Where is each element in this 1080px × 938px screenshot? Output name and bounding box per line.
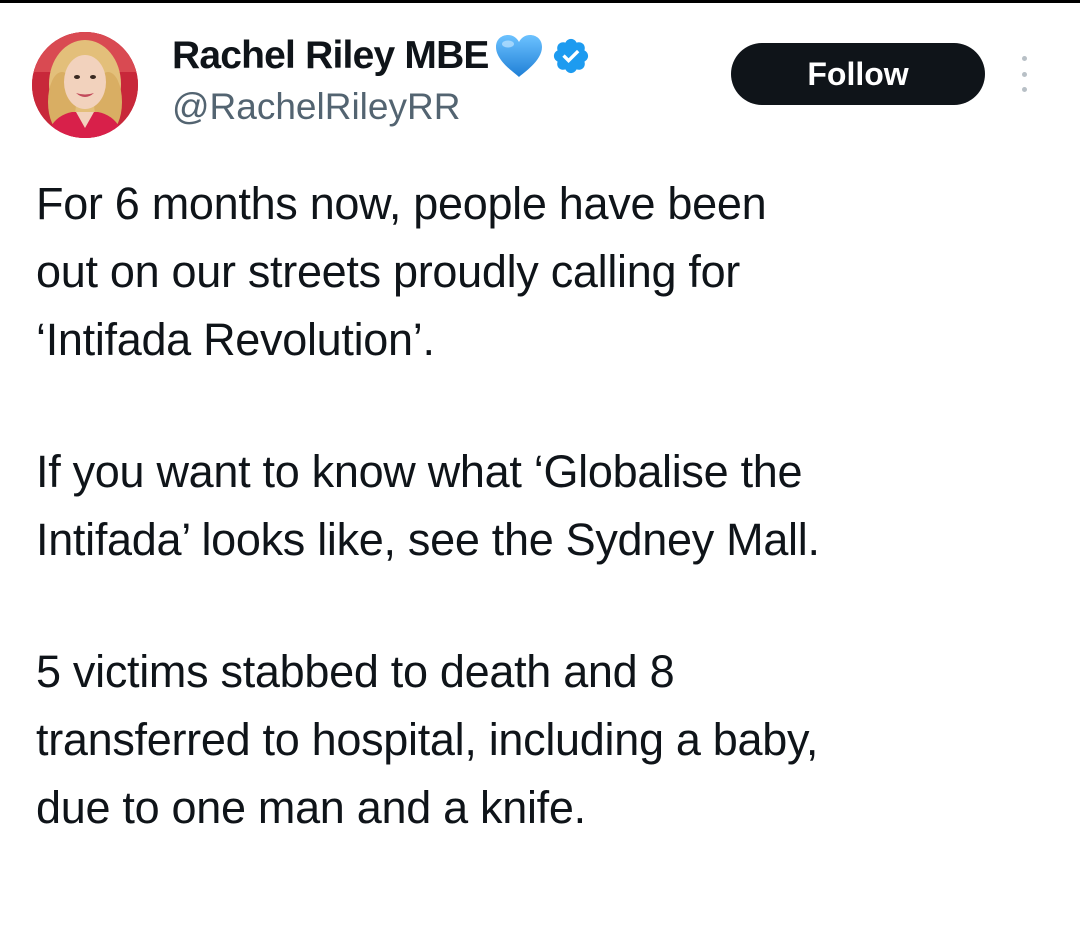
tweet-line: transferred to hospital, including a bab… bbox=[36, 714, 819, 765]
dot bbox=[1021, 87, 1027, 92]
avatar-image bbox=[32, 32, 138, 138]
tweet-line: ‘Intifada Revolution’. bbox=[36, 314, 435, 365]
dot bbox=[1021, 71, 1027, 77]
display-name[interactable]: Rachel Riley MBE bbox=[172, 34, 489, 78]
avatar[interactable] bbox=[32, 32, 138, 138]
tweet-line: 5 victims stabbed to death and 8 bbox=[36, 646, 675, 697]
user-handle[interactable]: @RachelRileyRR bbox=[172, 86, 692, 128]
tweet-line: due to one man and a knife. bbox=[36, 782, 586, 833]
follow-button[interactable]: Follow bbox=[731, 43, 985, 105]
more-options-icon[interactable] bbox=[1014, 56, 1034, 92]
tweet-line: out on our streets proudly calling for bbox=[36, 246, 740, 297]
tweet-header: Rachel Riley MBE @RachelRileyRR Follow bbox=[0, 0, 1080, 160]
tweet-line: Intifada’ looks like, see the Sydney Mal… bbox=[36, 514, 820, 565]
tweet-line: For 6 months now, people have been bbox=[36, 178, 767, 229]
verified-badge-icon[interactable] bbox=[551, 36, 591, 76]
tweet-text: For 6 months now, people have been out o… bbox=[36, 170, 1056, 842]
tweet-line: If you want to know what ‘Globalise the bbox=[36, 446, 803, 497]
dot bbox=[1021, 56, 1027, 61]
blue-heart-icon bbox=[493, 33, 545, 79]
name-row: Rachel Riley MBE bbox=[172, 28, 692, 84]
user-info: Rachel Riley MBE @RachelRileyRR bbox=[172, 28, 692, 128]
